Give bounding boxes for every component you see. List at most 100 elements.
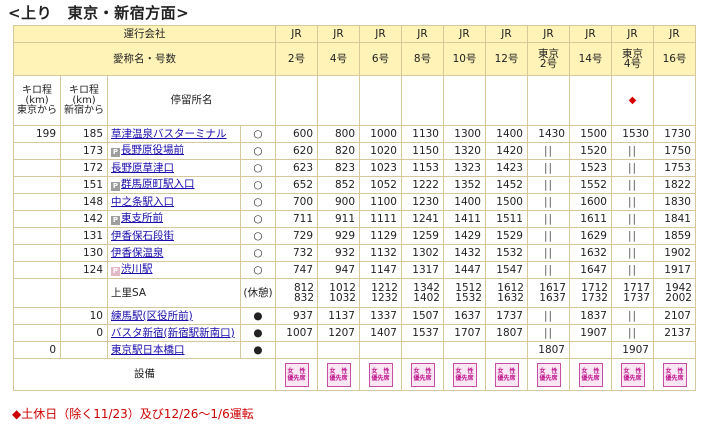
- stop-link[interactable]: 伊香保温泉: [111, 247, 164, 259]
- km-from-shinjuku: 151: [60, 176, 108, 194]
- service-name: 12号: [485, 42, 528, 76]
- stop-link[interactable]: 伊香保石段街: [111, 230, 174, 242]
- departure-time: [485, 341, 528, 359]
- stop-link[interactable]: 長野原役場前: [121, 144, 184, 156]
- departure-time: 820: [317, 142, 360, 160]
- stop-link[interactable]: 草津温泉バスターミナル: [111, 128, 227, 140]
- stop-name-cell[interactable]: P 群馬原町駅入口: [107, 176, 241, 194]
- table-row: 124 P 渋川駅 ○ 747 947 1147 1317 1447 1547 || 1647 || 19…: [13, 261, 696, 279]
- stop-name-cell[interactable]: 伊香保石段街: [107, 227, 241, 245]
- departure-time: [653, 341, 696, 359]
- badge-line: 女 性: [539, 367, 558, 375]
- km-from-tokyo: [13, 210, 61, 228]
- header-blank-cell: [443, 75, 486, 126]
- timetable: 運行会社 JR JR JR JR JR JR JR JR JR JR 愛称名・号数 2号 4号 6号 8号 10…: [13, 25, 696, 391]
- departure-time: 600: [275, 125, 318, 143]
- departure-time: 1207: [317, 324, 360, 342]
- departure-time: 1137: [317, 307, 360, 325]
- departure-time: 1807: [527, 341, 570, 359]
- equipment-cell: 女 性優先席: [443, 358, 486, 391]
- departure-time: 1259: [401, 227, 444, 245]
- stop-name-cell[interactable]: 長野原草津口: [107, 159, 241, 177]
- km-from-shinjuku: 172: [60, 159, 108, 177]
- stop-name-cell[interactable]: バスタ新宿(新宿駅新南口): [107, 324, 241, 342]
- equipment-label: 設備: [13, 358, 276, 391]
- departure-time: 1917: [653, 261, 696, 279]
- stop-name-cell[interactable]: P 渋川駅: [107, 261, 241, 279]
- departure-time: 947: [317, 261, 360, 279]
- sa-time: 832: [293, 292, 314, 304]
- sa-time: 1232: [371, 292, 398, 304]
- departure-time: 1420: [485, 142, 528, 160]
- stop-link[interactable]: 東京駅日本橋口: [111, 344, 185, 356]
- departure-time: 1150: [401, 142, 444, 160]
- boarding-mark: ○: [240, 176, 276, 194]
- service-name: 2号: [275, 42, 318, 76]
- departure-time: 1520: [569, 142, 612, 160]
- departure-time: 1302: [401, 244, 444, 262]
- table-row: 10 練馬駅(区役所前) ● 937 1137 1337 1507 1637 1737 || 183…: [13, 307, 696, 325]
- stop-name-cell[interactable]: 東京駅日本橋口: [107, 341, 241, 359]
- operator-cell: JR: [317, 25, 360, 43]
- stop-name-cell[interactable]: 中之条駅入口: [107, 193, 241, 211]
- stop-link[interactable]: 練馬駅(区役所前): [111, 310, 193, 322]
- sa-time: 1532: [455, 292, 482, 304]
- km-label-line: (km): [72, 94, 96, 106]
- service-name-line: 4号: [329, 52, 348, 65]
- departure-time: 1052: [359, 176, 402, 194]
- pass-through: ||: [527, 159, 570, 177]
- badge-line: 優先席: [413, 374, 432, 382]
- label-row: キロ程 (km) 東京から キロ程 (km) 新宿から 停留所名 ◆: [13, 75, 696, 126]
- departure-time: 1830: [653, 193, 696, 211]
- stop-link[interactable]: 中之条駅入口: [111, 196, 174, 208]
- departure-time: 1352: [443, 176, 486, 194]
- stop-name-cell[interactable]: 伊香保温泉: [107, 244, 241, 262]
- name-row: 愛称名・号数 2号 4号 6号 8号 10号 12号 東京 2号 14号 東京 4号 16号: [13, 42, 696, 76]
- equipment-cell: 女 性優先席: [527, 358, 570, 391]
- header-blank-cell: [569, 75, 612, 126]
- departure-time: 1511: [485, 210, 528, 228]
- departure-time: 1529: [485, 227, 528, 245]
- badge-line: 優先席: [329, 374, 348, 382]
- boarding-mark: ●: [240, 341, 276, 359]
- departure-time: 747: [275, 261, 318, 279]
- km-shinjuku-label: キロ程 (km) 新宿から: [60, 75, 108, 126]
- badge-line: 優先席: [455, 374, 474, 382]
- departure-time: 1241: [401, 210, 444, 228]
- rest-note: (休憩): [240, 278, 276, 308]
- departure-time: 1907: [569, 324, 612, 342]
- stop-link[interactable]: バスタ新宿(新宿駅新南口): [111, 327, 235, 339]
- header-blank-cell: [401, 75, 444, 126]
- pass-through: ||: [527, 324, 570, 342]
- stop-link[interactable]: 東支所前: [121, 212, 163, 224]
- km-from-shinjuku: 130: [60, 244, 108, 262]
- stop-name-cell[interactable]: 練馬駅(区役所前): [107, 307, 241, 325]
- service-name-line: 2号: [539, 58, 558, 70]
- sa-times: 1942 2002: [653, 278, 696, 308]
- operator-cell: JR: [527, 25, 570, 43]
- women-priority-seat-icon: 女 性優先席: [620, 362, 645, 387]
- equipment-cell: 女 性優先席: [275, 358, 318, 391]
- km-from-tokyo: [13, 307, 61, 325]
- departure-time: 1317: [401, 261, 444, 279]
- stop-link[interactable]: 群馬原町駅入口: [121, 178, 195, 190]
- table-row: 0 東京駅日本橋口 ● 1807 1907: [13, 341, 696, 359]
- stop-link[interactable]: 長野原草津口: [111, 162, 174, 174]
- service-name-line: 6号: [371, 52, 390, 65]
- sa-times: 1342 1402: [401, 278, 444, 308]
- table-row: 142 P 東支所前 ○ 711 911 1111 1241 1411 1511 || 1611 || 1…: [13, 210, 696, 228]
- stop-name-cell[interactable]: 草津温泉バスターミナル: [107, 125, 241, 143]
- departure-time: 1500: [569, 125, 612, 143]
- km-from-tokyo: [13, 176, 61, 194]
- departure-time: 1222: [401, 176, 444, 194]
- table-row: 130 伊香保温泉 ○ 732 932 1132 1302 1432 1532 || 1632 || 1…: [13, 244, 696, 262]
- stop-name-cell[interactable]: P 長野原役場前: [107, 142, 241, 160]
- stop-name-cell[interactable]: P 東支所前: [107, 210, 241, 228]
- operator-cell: JR: [485, 25, 528, 43]
- pass-through: ||: [611, 210, 654, 228]
- pass-through: ||: [527, 244, 570, 262]
- women-priority-seat-icon: 女 性優先席: [494, 362, 519, 387]
- stop-link[interactable]: 渋川駅: [121, 263, 153, 275]
- departure-time: 1532: [485, 244, 528, 262]
- departure-time: 800: [317, 125, 360, 143]
